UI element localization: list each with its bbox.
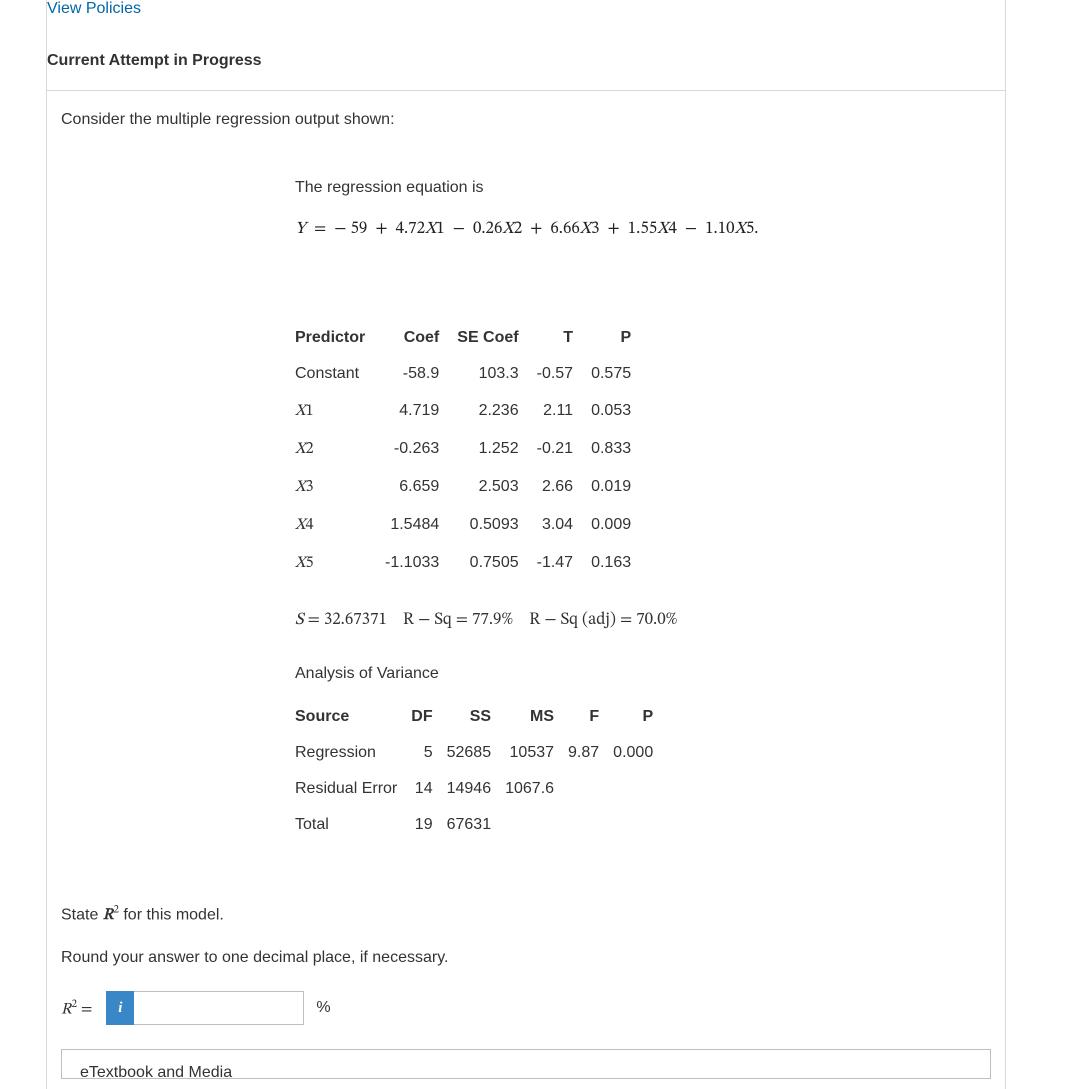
table-row: X14.7192.2362.110.053 — [295, 392, 649, 430]
percent-label: % — [316, 999, 330, 1017]
table-row: X5-1.10330.7505-1.470.163 — [295, 544, 649, 582]
view-policies-link[interactable]: View Policies — [47, 0, 1005, 24]
rounding-instruction: Round your answer to one decimal place, … — [61, 949, 991, 967]
question-block: State R2 for this model. Round your answ… — [61, 903, 991, 1079]
attempt-heading: Current Attempt in Progress — [47, 24, 1005, 91]
table-row: X2-0.2631.252-0.210.833 — [295, 430, 649, 468]
coef-header: P — [591, 320, 649, 356]
question-content: Consider the multiple regression output … — [47, 91, 1005, 1089]
answer-row: R2 = i % — [61, 991, 991, 1025]
intro-text: Consider the multiple regression output … — [61, 111, 991, 129]
table-row: Total1967631 — [295, 807, 667, 843]
table-row: Residual Error14149461067.6 — [295, 771, 667, 807]
question-prompt: State R2 for this model. — [61, 903, 991, 925]
etextbook-media-box[interactable]: eTextbook and Media — [61, 1049, 991, 1079]
table-row: X36.6592.5032.660.019 — [295, 468, 649, 506]
answer-input[interactable] — [134, 991, 304, 1025]
anova-header: Source — [295, 699, 411, 735]
regression-equation: Y = − 59 + 4.72X1 − 0.26X2 + 6.66X3 + 1.… — [295, 219, 931, 240]
anova-header: MS — [505, 699, 568, 735]
answer-label: R2 = — [61, 997, 92, 1019]
summary-stats: S = 32.67371 R − Sq = 77.9% R − Sq (adj)… — [295, 610, 931, 631]
anova-header: P — [613, 699, 667, 735]
anova-title: Analysis of Variance — [295, 665, 931, 683]
anova-header: DF — [411, 699, 446, 735]
anova-header: SS — [447, 699, 506, 735]
coef-header: Predictor — [295, 320, 385, 356]
table-row: X41.54840.50933.040.009 — [295, 506, 649, 544]
coef-header: T — [537, 320, 591, 356]
table-row: Constant-58.9103.3-0.570.575 — [295, 356, 649, 392]
anova-table: SourceDFSSMSFP Regression552685105379.87… — [295, 699, 667, 843]
coef-header: SE Coef — [457, 320, 536, 356]
anova-header: F — [568, 699, 613, 735]
coef-header: Coef — [385, 320, 457, 356]
equation-label: The regression equation is — [295, 179, 931, 197]
info-icon[interactable]: i — [106, 991, 134, 1025]
table-row: Regression552685105379.870.000 — [295, 735, 667, 771]
coefficients-table: PredictorCoefSE CoefTP Constant-58.9103.… — [295, 320, 649, 582]
